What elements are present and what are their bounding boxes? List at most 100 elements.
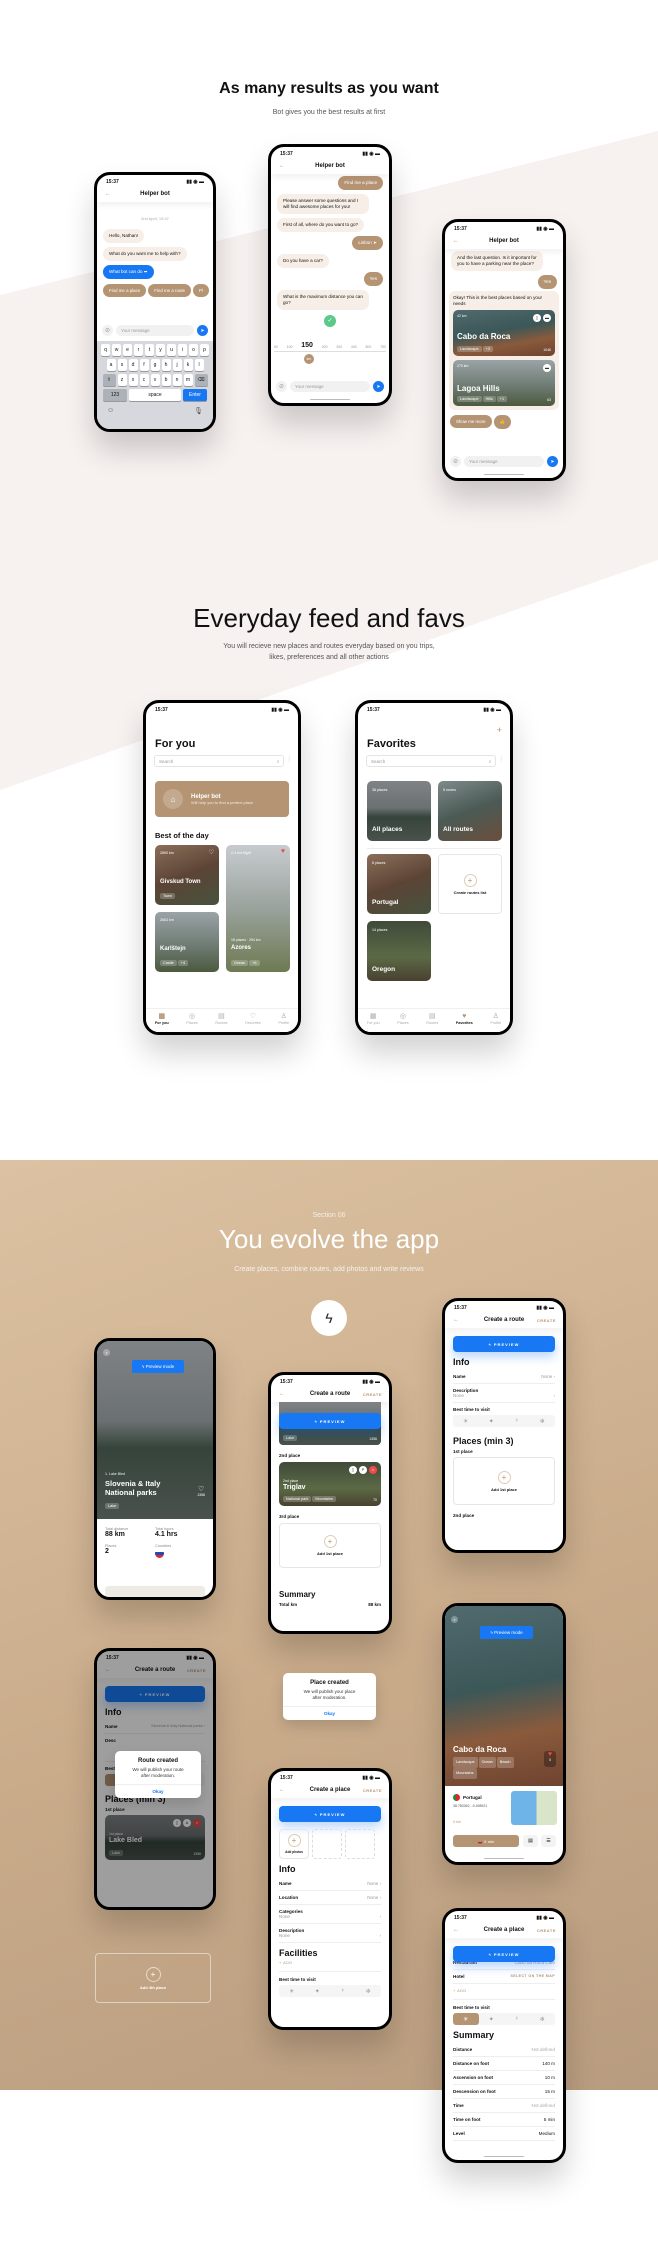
description-row[interactable]: Description None › (453, 1384, 555, 1403)
create-button[interactable]: CREATE (537, 1318, 556, 1323)
preview-button[interactable]: ϟ PREVIEW (453, 1336, 555, 1352)
add-button[interactable]: + ADD (453, 1984, 555, 2000)
key[interactable]: m (183, 374, 193, 386)
car-icon[interactable]: ▬ (543, 314, 551, 322)
key[interactable]: i (178, 344, 187, 356)
fav-list-card[interactable]: 14 places Oregon (367, 921, 431, 981)
emoji-icon[interactable]: ☺ (107, 407, 114, 415)
chip-find-place[interactable]: Find me a place (103, 284, 147, 297)
tab-routes[interactable]: ▤ Routes (426, 1013, 438, 1032)
preview-button[interactable]: ϟ PREVIEW (453, 1946, 555, 1962)
create-routes-list-button[interactable]: + Create routes list (438, 854, 502, 914)
categories-row[interactable]: Categories None › (279, 1905, 381, 1924)
route-map[interactable] (105, 1586, 205, 1597)
add-photos-button[interactable]: + Add photos (279, 1829, 309, 1859)
space-key[interactable]: space (129, 389, 181, 401)
parking-icon[interactable]: P (359, 1466, 367, 1474)
back-arrow-icon[interactable]: ← (279, 1391, 285, 1397)
fav-list-card[interactable]: 5 routes All routes (438, 781, 502, 841)
tab-profile[interactable]: ♙ Profile (490, 1013, 501, 1032)
photo-slot[interactable] (345, 1829, 375, 1859)
attach-icon[interactable]: ⊘ (102, 325, 113, 336)
create-button[interactable]: CREATE (537, 1928, 556, 1933)
preview-button[interactable]: ϟ PREVIEW (279, 1413, 381, 1429)
key[interactable]: k (183, 359, 193, 371)
result-card[interactable]: 270 km ▬ Lagoa Hills Landscape Hills +1 63 (453, 360, 555, 406)
attach-icon[interactable]: ⊘ (276, 381, 287, 392)
key[interactable]: b (161, 374, 171, 386)
location-map[interactable] (511, 1791, 557, 1825)
car-icon[interactable]: ▬ (543, 364, 551, 372)
tab-routes[interactable]: ▤ Routes (215, 1013, 227, 1032)
delete-key[interactable]: ⌫ (194, 374, 208, 386)
okay-button[interactable]: Okay (283, 1706, 376, 1720)
heart-filled-icon[interactable]: ♥ 0 (544, 1751, 556, 1767)
location-row[interactable]: Location None › (279, 1891, 381, 1905)
back-arrow-icon[interactable]: ← (453, 238, 459, 244)
tab-for-you[interactable]: ▦ For you (155, 1013, 169, 1032)
tab-favorites[interactable]: ♡ Favorites (245, 1013, 261, 1032)
back-arrow-icon[interactable]: ← (105, 191, 111, 197)
photo-slot[interactable] (312, 1829, 342, 1859)
shift-key[interactable]: ⇧ (102, 374, 116, 386)
message-input[interactable]: Your message (464, 456, 544, 467)
filter-icon[interactable]: ⫶ (500, 757, 502, 765)
heart-filled-icon[interactable]: ♥ (281, 848, 285, 855)
key[interactable]: n (172, 374, 182, 386)
send-button[interactable]: ➤ (373, 381, 384, 392)
create-button[interactable]: CREATE (363, 1392, 382, 1397)
fav-list-card[interactable]: 38 places All places (367, 781, 431, 841)
keyboard[interactable]: qwertyuiop asdfghjkl ⇧ z x c v b n m ⌫ 123 space E… (97, 341, 213, 429)
season-selector[interactable]: ☀ ✦ ♀ ❄ (453, 1415, 555, 1427)
result-card[interactable]: 42 km ▯ ▬ Cabo da Roca Landscape +3 1046 (453, 310, 555, 356)
key[interactable]: z (117, 374, 127, 386)
list-icon[interactable]: ☰ (541, 1835, 556, 1847)
close-icon[interactable]: × (451, 1616, 458, 1623)
name-row[interactable]: Name None › (453, 1370, 555, 1384)
place-card[interactable]: ▯ P × 2nd place Triglav National park Mount… (279, 1462, 381, 1506)
close-icon[interactable]: × (103, 1349, 110, 1356)
key[interactable]: j (172, 359, 182, 371)
tab-for-you[interactable]: ▦ For you (367, 1013, 380, 1032)
chip-more[interactable]: Pl (193, 284, 209, 297)
distance-slider[interactable]: 50 100 150 200 300 400 500 750 km (271, 339, 389, 369)
key[interactable]: p (200, 344, 209, 356)
fav-list-card[interactable]: 8 places Portugal (367, 854, 431, 914)
add-facility-button[interactable]: + ADD (279, 1961, 381, 1972)
key[interactable]: w (112, 344, 121, 356)
preview-button[interactable]: ϟ PREVIEW (279, 1806, 381, 1822)
place-card[interactable]: 2890 km ♡ Givskud Town Town (155, 845, 219, 905)
key[interactable]: x (128, 374, 138, 386)
tab-favorites[interactable]: ♥ Favorites (456, 1013, 473, 1032)
show-more-button[interactable]: Show me more (450, 415, 492, 428)
search-input[interactable]: Search ⌕ (366, 755, 497, 767)
back-arrow-icon[interactable]: ← (453, 1317, 459, 1323)
filter-icon[interactable]: ⫶ (288, 757, 290, 765)
slider-handle[interactable]: km (304, 354, 314, 364)
key[interactable]: a (106, 359, 116, 371)
like-button[interactable]: ♡ 1356 (197, 1485, 205, 1497)
add-place-button[interactable]: + Add 1st place (279, 1523, 381, 1568)
helper-bot-banner[interactable]: ⌂ Helper bot Will help you to find a perf… (155, 781, 289, 817)
key[interactable]: l (194, 359, 204, 371)
key[interactable]: g (150, 359, 160, 371)
key[interactable]: t (145, 344, 154, 356)
thumbs-up-button[interactable]: 👍 (493, 415, 511, 429)
trash-icon[interactable]: ▯ (349, 1466, 357, 1474)
add-place-button[interactable]: + Add 1st place (453, 1457, 555, 1505)
message-input[interactable]: Your message (290, 381, 370, 392)
tab-profile[interactable]: ♙ Profile (278, 1013, 289, 1032)
key[interactable]: o (189, 344, 198, 356)
place-card[interactable]: 2-4 hrs flight ♥ 18 places · 294 km Azor… (226, 845, 290, 972)
remove-icon[interactable]: × (369, 1466, 377, 1474)
season-selector[interactable]: ☀ ✦ ♀ ❄ (453, 2013, 555, 2025)
back-arrow-icon[interactable]: ← (279, 163, 285, 169)
numbers-key[interactable]: 123 (103, 389, 127, 401)
attach-icon[interactable]: ⊘ (450, 456, 461, 467)
place-card[interactable]: 2663 km Karlštejn Castle +4 (155, 912, 219, 972)
create-button[interactable]: CREATE (363, 1788, 382, 1793)
map-icon[interactable]: ▤ (523, 1835, 538, 1847)
mic-icon[interactable]: 🎙 (194, 407, 203, 415)
tab-places[interactable]: ◎ Places (186, 1013, 197, 1032)
name-row[interactable]: Name None › (279, 1877, 381, 1891)
